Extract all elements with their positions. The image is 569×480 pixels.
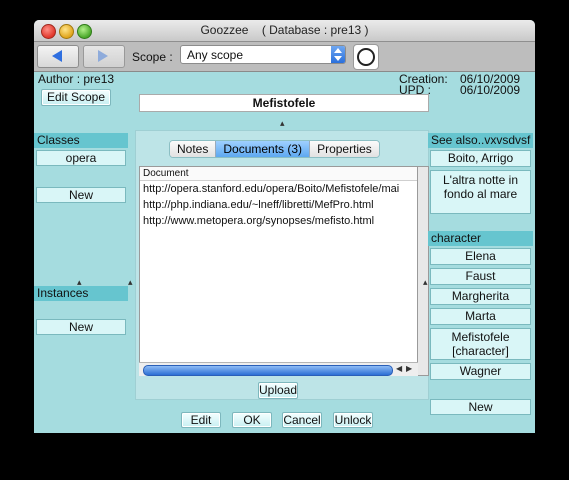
app-window: Goozzee ( Database : pre13 ) Scope : Any… xyxy=(34,20,535,433)
see-also-header: See also..vxvsdvsf xyxy=(428,133,533,148)
scroll-thumb[interactable] xyxy=(143,365,393,376)
document-list: Document http://opera.stanford.edu/opera… xyxy=(139,166,418,376)
upload-button[interactable]: Upload xyxy=(258,382,298,399)
author-label: Author : pre13 xyxy=(38,72,115,86)
character-new-button[interactable]: New xyxy=(430,399,531,415)
title-bar[interactable]: Goozzee ( Database : pre13 ) xyxy=(34,20,535,42)
select-arrows-icon xyxy=(331,46,345,63)
character-item[interactable]: Wagner xyxy=(430,363,531,380)
classes-header: Classes xyxy=(34,133,128,148)
character-item[interactable]: Margherita xyxy=(430,288,531,305)
tab-documents[interactable]: Documents (3) xyxy=(216,141,311,157)
toolbar: Scope : Any scope xyxy=(34,42,535,72)
tab-bar: Notes Documents (3) Properties xyxy=(169,140,380,158)
ok-button[interactable]: OK xyxy=(232,412,272,428)
document-row[interactable]: http://www.metopera.org/synopses/mefisto… xyxy=(140,213,417,229)
document-row[interactable]: http://php.indiana.edu/~lneff/libretti/M… xyxy=(140,197,417,213)
app-title: Goozzee xyxy=(200,23,249,37)
item-name-field[interactable]: Mefistofele xyxy=(139,94,429,112)
scope-select[interactable]: Any scope xyxy=(180,45,346,64)
back-button[interactable] xyxy=(37,45,79,68)
class-item-opera[interactable]: opera xyxy=(36,150,126,166)
character-item[interactable]: Mefistofele [character] xyxy=(430,328,531,360)
character-item[interactable]: Faust xyxy=(430,268,531,285)
horizontal-scrollbar[interactable]: ◀ ▶ xyxy=(139,362,418,376)
character-item[interactable]: Elena xyxy=(430,248,531,265)
document-column-header[interactable]: Document xyxy=(140,167,417,181)
document-row[interactable]: http://opera.stanford.edu/opera/Boito/Me… xyxy=(140,181,417,197)
minimize-window-icon[interactable] xyxy=(59,24,74,39)
character-header: character xyxy=(428,231,533,246)
cancel-button[interactable]: Cancel xyxy=(282,412,322,428)
record-button[interactable] xyxy=(353,44,379,70)
scope-value: Any scope xyxy=(187,48,244,62)
tab-notes[interactable]: Notes xyxy=(170,141,217,157)
tab-properties[interactable]: Properties xyxy=(310,141,379,157)
character-item[interactable]: Marta xyxy=(430,308,531,325)
scroll-left-icon[interactable]: ◀ xyxy=(396,364,402,373)
unlock-button[interactable]: Unlock xyxy=(333,412,373,428)
forward-arrow-icon xyxy=(98,50,108,62)
see-also-item[interactable]: L'altra notte in fondo al mare xyxy=(430,170,531,214)
scope-label: Scope : xyxy=(132,50,173,64)
see-also-item[interactable]: Boito, Arrigo xyxy=(430,150,531,167)
classes-new-button[interactable]: New xyxy=(36,187,126,203)
instances-new-button[interactable]: New xyxy=(36,319,126,335)
back-arrow-icon xyxy=(52,50,62,62)
forward-button[interactable] xyxy=(83,45,125,68)
edit-scope-button[interactable]: Edit Scope xyxy=(41,89,111,106)
vertical-scrollbar[interactable] xyxy=(418,166,429,376)
edit-button[interactable]: Edit xyxy=(181,412,221,428)
scroll-right-icon[interactable]: ▶ xyxy=(406,364,412,373)
upd-date: 06/10/2009 xyxy=(460,83,521,97)
circle-icon xyxy=(357,48,375,66)
splitter-handle[interactable]: ▴ xyxy=(280,118,285,129)
close-window-icon[interactable] xyxy=(41,24,56,39)
database-title: ( Database : pre13 ) xyxy=(261,23,369,37)
zoom-window-icon[interactable] xyxy=(77,24,92,39)
right-column-splitter[interactable]: ▴ xyxy=(423,277,428,288)
instances-header: Instances xyxy=(34,286,128,301)
left-column-splitter[interactable]: ▴ xyxy=(128,277,133,288)
